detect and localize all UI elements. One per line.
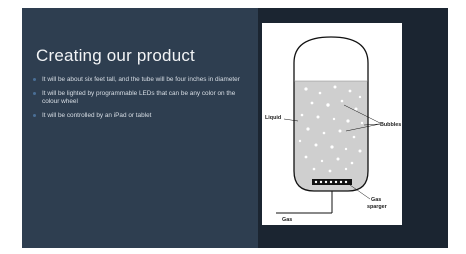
- bullet-dot-icon: [33, 91, 36, 95]
- bullet-text: It will be about six feet tall, and the …: [42, 76, 240, 83]
- bullet-text: It will be lighted by programmable LEDs …: [42, 89, 236, 106]
- bullet-item: It will be about six feet tall, and the …: [32, 76, 254, 85]
- slide-title: Creating our product: [36, 46, 195, 65]
- gas-sparger-label-line2: sparger: [367, 204, 388, 210]
- bubble-column-svg: Liquid Bubbles Gas sparger Gas: [265, 36, 401, 223]
- bubble-column-diagram: Liquid Bubbles Gas sparger Gas: [262, 23, 402, 225]
- liquid-fill: [294, 81, 368, 191]
- bullet-dot-icon: [33, 78, 36, 81]
- bubbles-label: Bubbles: [380, 122, 401, 128]
- bullet-item: It will be controlled by an iPad or tabl…: [32, 112, 254, 121]
- bullet-item: It will be lighted by programmable LEDs …: [32, 90, 254, 107]
- liquid-label: Liquid: [265, 115, 281, 121]
- gas-sparger-label-line1: Gas: [371, 197, 381, 203]
- text-panel: Creating our product It will be about si…: [22, 8, 258, 248]
- bullet-dot-icon: [33, 113, 36, 117]
- gas-label: Gas: [282, 217, 292, 223]
- bullet-text: It will be controlled by an iPad or tabl…: [42, 111, 152, 119]
- bullet-list: It will be about six feet tall, and the …: [32, 76, 254, 125]
